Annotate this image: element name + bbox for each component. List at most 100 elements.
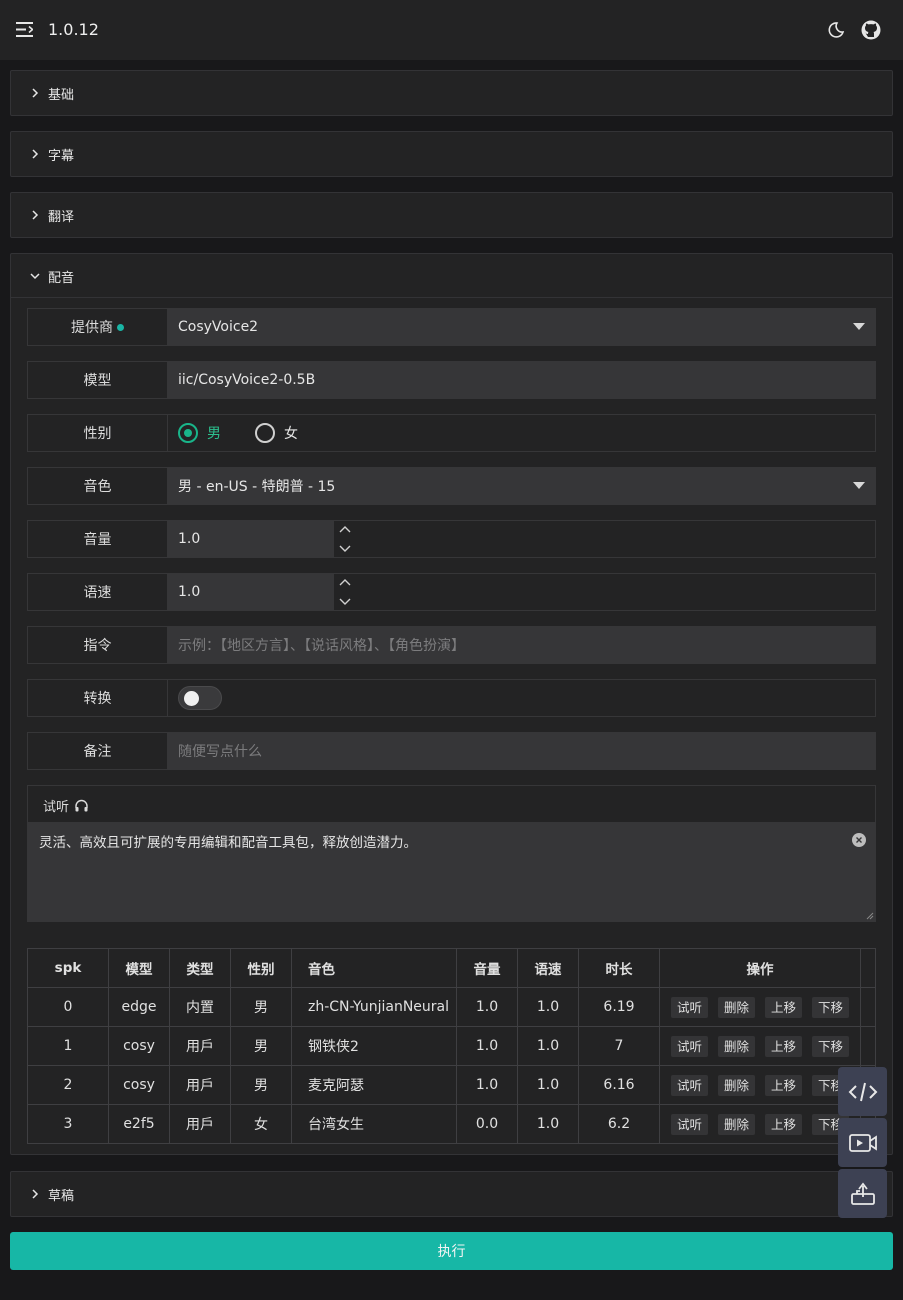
- resize-handle-icon[interactable]: [866, 912, 874, 920]
- menu-icon[interactable]: [16, 22, 33, 37]
- cell-voice: 台湾女生: [291, 1104, 457, 1144]
- cell-gender: 女: [230, 1104, 292, 1144]
- move-up-button[interactable]: 上移: [765, 1113, 803, 1135]
- listen-textarea[interactable]: 灵活、高效且可扩展的专用编辑和配音工具包，释放创造潜力。: [28, 822, 875, 921]
- speed-stepper-icon[interactable]: [338, 576, 352, 608]
- cell-duration: 6.19: [578, 987, 660, 1027]
- table-row: 3 e2f5 用戶 女 台湾女生 0.0 1.0 6.2 试听 删除 上移 下移: [27, 1104, 876, 1144]
- volume-stepper-icon[interactable]: [338, 523, 352, 555]
- cell-actions: 试听 删除 上移 下移: [659, 1104, 861, 1144]
- cell-volume: 0.0: [456, 1104, 518, 1144]
- cell-model: cosy: [108, 1065, 170, 1105]
- section-dubbing-header[interactable]: 配音: [11, 254, 892, 298]
- preview-button[interactable]: 试听: [670, 1113, 708, 1135]
- cell-type: 用戶: [169, 1026, 231, 1066]
- provider-select[interactable]: CosyVoice2: [168, 309, 875, 345]
- note-label: 备注: [28, 733, 168, 769]
- cell-gender: 男: [230, 1065, 292, 1105]
- voice-select[interactable]: 男 - en-US - 特朗普 - 15: [168, 468, 875, 504]
- execute-button[interactable]: 执行: [10, 1232, 893, 1270]
- chevron-right-icon: [32, 88, 39, 98]
- provider-row: 提供商 CosyVoice2: [27, 308, 876, 346]
- preview-button[interactable]: 试听: [670, 1035, 708, 1057]
- col-speed: 语速: [517, 948, 579, 988]
- cell-voice: 麦克阿瑟: [291, 1065, 457, 1105]
- caret-down-icon: [853, 482, 865, 489]
- gender-radio-group: 男 女: [168, 415, 875, 451]
- caret-down-icon: [853, 323, 865, 330]
- export-button[interactable]: [838, 1169, 887, 1218]
- gender-radio-male[interactable]: 男: [178, 423, 221, 443]
- section-dubbing: 配音 提供商 CosyVoice2 模型 iic/CosyVoice2-0.5B…: [10, 253, 893, 1155]
- cell-voice: 钢铁侠2: [291, 1026, 457, 1066]
- code-icon: [848, 1082, 877, 1101]
- delete-button[interactable]: 删除: [717, 1035, 755, 1057]
- cell-speed: 1.0: [517, 1026, 579, 1066]
- cell-type: 用戶: [169, 1065, 231, 1105]
- headphone-icon[interactable]: [74, 798, 89, 813]
- delete-button[interactable]: 删除: [717, 996, 755, 1018]
- gender-radio-female[interactable]: 女: [255, 423, 298, 443]
- col-volume: 音量: [456, 948, 518, 988]
- github-icon[interactable]: [861, 20, 881, 40]
- cell-volume: 1.0: [456, 1026, 518, 1066]
- col-gender: 性别: [230, 948, 292, 988]
- provider-value: CosyVoice2: [178, 319, 259, 335]
- chevron-right-icon: [32, 1189, 39, 1199]
- preview-button[interactable]: 试听: [670, 1074, 708, 1096]
- instruction-input[interactable]: 示例：【地区方言】、【说话风格】、【角色扮演】: [168, 627, 875, 663]
- speed-input[interactable]: 1.0: [168, 574, 334, 610]
- delete-button[interactable]: 删除: [717, 1074, 755, 1096]
- move-up-button[interactable]: 上移: [765, 1035, 803, 1057]
- section-basic[interactable]: 基础: [10, 70, 893, 116]
- section-translate-title: 翻译: [48, 209, 75, 225]
- note-input[interactable]: 随便写点什么: [168, 733, 875, 769]
- cell-gender: 男: [230, 1026, 292, 1066]
- cell-volume: 1.0: [456, 1065, 518, 1105]
- col-type: 类型: [169, 948, 231, 988]
- video-button[interactable]: [838, 1118, 887, 1167]
- code-button[interactable]: [838, 1067, 887, 1116]
- section-subtitle[interactable]: 字幕: [10, 131, 893, 177]
- col-model: 模型: [108, 948, 170, 988]
- model-input[interactable]: iic/CosyVoice2-0.5B: [168, 362, 875, 398]
- moon-icon[interactable]: [827, 21, 845, 39]
- move-down-button[interactable]: 下移: [812, 996, 850, 1018]
- cell-volume: 1.0: [456, 987, 518, 1027]
- section-draft[interactable]: 草稿: [10, 1171, 893, 1217]
- section-translate[interactable]: 翻译: [10, 192, 893, 238]
- chevron-right-icon: [32, 149, 39, 159]
- instruction-placeholder: 示例：【地区方言】、【说话风格】、【角色扮演】: [178, 638, 465, 654]
- clear-icon[interactable]: [852, 833, 866, 847]
- cell-model: cosy: [108, 1026, 170, 1066]
- move-up-button[interactable]: 上移: [765, 996, 803, 1018]
- cell-speed: 1.0: [517, 987, 579, 1027]
- cell-speed: 1.0: [517, 1104, 579, 1144]
- model-value: iic/CosyVoice2-0.5B: [178, 372, 316, 388]
- volume-label: 音量: [28, 521, 168, 557]
- volume-input[interactable]: 1.0: [168, 521, 334, 557]
- convert-toggle[interactable]: [178, 686, 222, 710]
- cell-voice: zh-CN-YunjianNeural: [291, 987, 457, 1027]
- instruction-row: 指令 示例：【地区方言】、【说话风格】、【角色扮演】: [27, 626, 876, 664]
- model-label: 模型: [28, 362, 168, 398]
- cell-gender: 男: [230, 987, 292, 1027]
- move-up-button[interactable]: 上移: [765, 1074, 803, 1096]
- convert-row: 转换: [27, 679, 876, 717]
- gender-female-label: 女: [284, 426, 298, 442]
- section-basic-title: 基础: [48, 87, 75, 103]
- cell-duration: 6.16: [578, 1065, 660, 1105]
- convert-label: 转换: [28, 680, 168, 716]
- delete-button[interactable]: 删除: [717, 1113, 755, 1135]
- listen-box: 试听 灵活、高效且可扩展的专用编辑和配音工具包，释放创造潜力。: [27, 785, 876, 922]
- preview-button[interactable]: 试听: [670, 996, 708, 1018]
- note-placeholder: 随便写点什么: [178, 744, 262, 760]
- move-down-button[interactable]: 下移: [812, 1035, 850, 1057]
- section-draft-title: 草稿: [48, 1188, 75, 1204]
- voice-value: 男 - en-US - 特朗普 - 15: [178, 479, 336, 495]
- col-duration: 时长: [578, 948, 660, 988]
- table-row: 1 cosy 用戶 男 钢铁侠2 1.0 1.0 7 试听 删除 上移 下移: [27, 1026, 876, 1066]
- cell-speed: 1.0: [517, 1065, 579, 1105]
- table-row: 2 cosy 用戶 男 麦克阿瑟 1.0 1.0 6.16 试听 删除 上移 下移: [27, 1065, 876, 1105]
- cell-actions: 试听 删除 上移 下移: [659, 1065, 861, 1105]
